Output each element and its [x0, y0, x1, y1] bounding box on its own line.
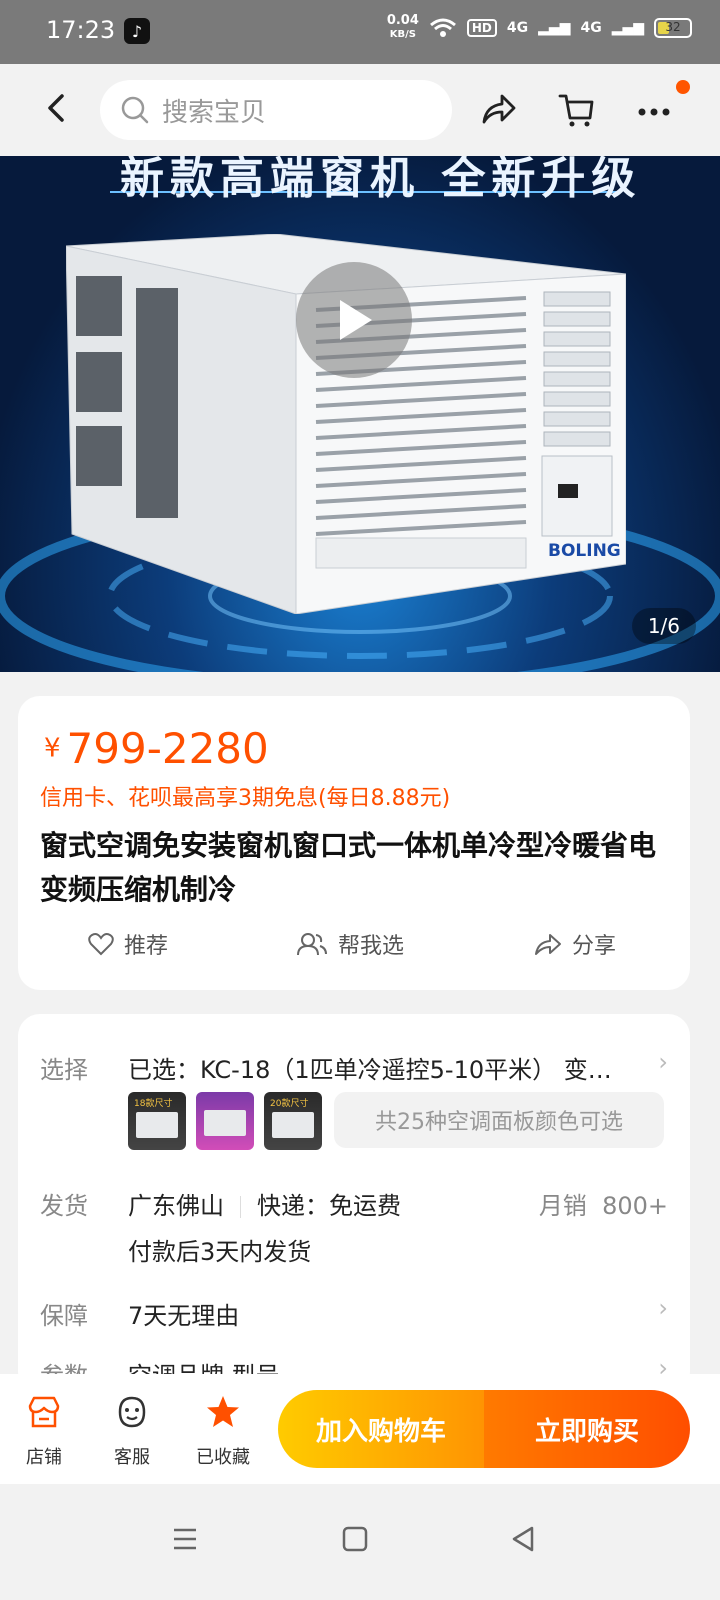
status-bar: 17:23 ♪ 0.04 KB/S HD 4G ▂▄▆ 4G ▂▄▆ 32 — [0, 0, 720, 64]
menu-icon[interactable] — [170, 1524, 200, 1554]
favorite-button[interactable]: 已收藏 — [190, 1394, 256, 1469]
price: ¥799-2280 — [44, 724, 269, 773]
shipping-label: 发货 — [40, 1192, 88, 1220]
monthly-sales: 月销 800+ — [539, 1186, 668, 1221]
add-to-cart-button[interactable]: 加入购物车 — [278, 1390, 484, 1468]
help-choose-button[interactable]: 帮我选 — [296, 928, 404, 960]
back-arrow-icon[interactable] — [38, 88, 78, 128]
chevron-right-icon: › — [658, 1294, 668, 1322]
share-button[interactable]: 分享 — [534, 928, 616, 960]
play-icon — [340, 300, 372, 340]
ship-time: 付款后3天内发货 — [128, 1238, 312, 1266]
favorite-label: 已收藏 — [196, 1447, 250, 1468]
status-time: 17:23 — [46, 16, 116, 44]
top-nav-bar: 搜索宝贝 — [0, 64, 720, 156]
notification-dot — [676, 80, 690, 94]
store-button[interactable]: 店铺 — [14, 1394, 74, 1469]
signal-bars-2-icon: ▂▄▆ — [611, 20, 644, 36]
monthly-sales-label: 月销 — [538, 1192, 587, 1220]
search-placeholder: 搜索宝贝 — [162, 97, 267, 128]
recommend-label: 推荐 — [124, 934, 169, 959]
wifi-icon — [429, 18, 456, 37]
share-arrow-icon — [535, 934, 561, 955]
signal-4g-2: 4G — [580, 20, 602, 36]
customer-service-button[interactable]: 客服 — [102, 1394, 162, 1469]
monthly-sales-value: 800+ — [602, 1192, 668, 1220]
image-pager: 1/6 — [631, 608, 696, 644]
express-fee: 快递：免运费 — [257, 1192, 401, 1220]
variant-thumb-2[interactable] — [196, 1092, 254, 1150]
store-icon — [28, 1396, 60, 1428]
people-icon — [297, 933, 327, 956]
hd-voice-badge: HD — [466, 19, 497, 37]
selected-variant: 已选：KC-18（1匹单冷遥控5-10平米） 变… — [128, 1056, 612, 1084]
help-choose-label: 帮我选 — [338, 934, 405, 959]
network-speed-value: 0.04 — [386, 13, 419, 28]
product-title: 窗式空调免安装窗机窗口式一体机单冷型冷暖省电变频压缩机制冷 — [40, 829, 657, 906]
signal-4g-1: 4G — [506, 20, 529, 36]
search-icon — [121, 96, 149, 124]
guarantee-value: 7天无理由 — [128, 1302, 240, 1330]
chevron-right-icon: › — [658, 1048, 668, 1076]
signal-bars-1-icon: ▂▄▆ — [538, 20, 571, 36]
buy-now-button[interactable]: 立即购买 — [484, 1390, 690, 1468]
hero-banner-text: 新款高端窗机 全新升级 — [120, 156, 642, 204]
installment-promo[interactable]: 信用卡、花呗最高享3期免息(每日8.88元) — [40, 780, 450, 812]
home-icon[interactable] — [340, 1524, 370, 1554]
play-video-button[interactable] — [296, 262, 412, 378]
status-right: 0.04 KB/S HD 4G ▂▄▆ 4G ▂▄▆ 32 — [387, 14, 692, 42]
customer-service-icon — [118, 1396, 146, 1428]
star-filled-icon — [207, 1396, 239, 1427]
cart-icon[interactable] — [556, 90, 596, 130]
battery-level: 32 — [665, 20, 681, 34]
more-options-icon[interactable] — [634, 90, 674, 130]
share-label: 分享 — [572, 934, 617, 959]
product-image-carousel[interactable]: 新款高端窗机 全新升级 BOLING 1/6 — [0, 156, 720, 672]
variant-thumb-3[interactable]: 20款尺寸 — [264, 1092, 322, 1150]
ship-from: 广东佛山 — [128, 1192, 224, 1220]
tiktok-notification-icon: ♪ — [124, 18, 150, 44]
currency-symbol: ¥ — [44, 733, 61, 764]
brand-logo: BOLING — [548, 541, 621, 561]
back-triangle-icon[interactable] — [508, 1524, 538, 1554]
store-label: 店铺 — [26, 1447, 62, 1468]
price-card: ¥799-2280 信用卡、花呗最高享3期免息(每日8.88元) 窗式空调免安装… — [18, 696, 690, 990]
variant-thumb-1[interactable]: 18款尺寸 — [128, 1092, 186, 1150]
product-actions: 推荐 帮我选 分享 — [18, 928, 690, 968]
select-label: 选择 — [40, 1056, 88, 1084]
spec-card: 选择 已选：KC-18（1匹单冷遥控5-10平米） 变… › 18款尺寸 20款… — [18, 1014, 690, 1394]
recommend-button[interactable]: 推荐 — [88, 928, 168, 960]
guarantee-label: 保障 — [40, 1302, 88, 1330]
network-speed: 0.04 KB/S — [387, 14, 419, 42]
share-icon[interactable] — [478, 90, 518, 130]
variant-thumb-3-label: 20款尺寸 — [270, 1099, 309, 1109]
shipping-info: 广东佛山 快递：免运费 — [128, 1186, 401, 1221]
panel-colors-note[interactable]: 共25种空调面板颜色可选 — [334, 1092, 664, 1148]
price-range: 799-2280 — [66, 724, 269, 773]
heart-icon — [88, 933, 114, 956]
system-navigation-bar — [0, 1484, 720, 1600]
network-speed-unit: KB/S — [389, 29, 416, 40]
variant-thumb-1-label: 18款尺寸 — [134, 1099, 173, 1109]
search-input[interactable]: 搜索宝贝 — [100, 80, 452, 140]
customer-service-label: 客服 — [114, 1447, 150, 1468]
battery-icon: 32 — [654, 18, 692, 38]
bottom-action-bar: 店铺 客服 已收藏 加入购物车 立即购买 — [0, 1374, 720, 1484]
